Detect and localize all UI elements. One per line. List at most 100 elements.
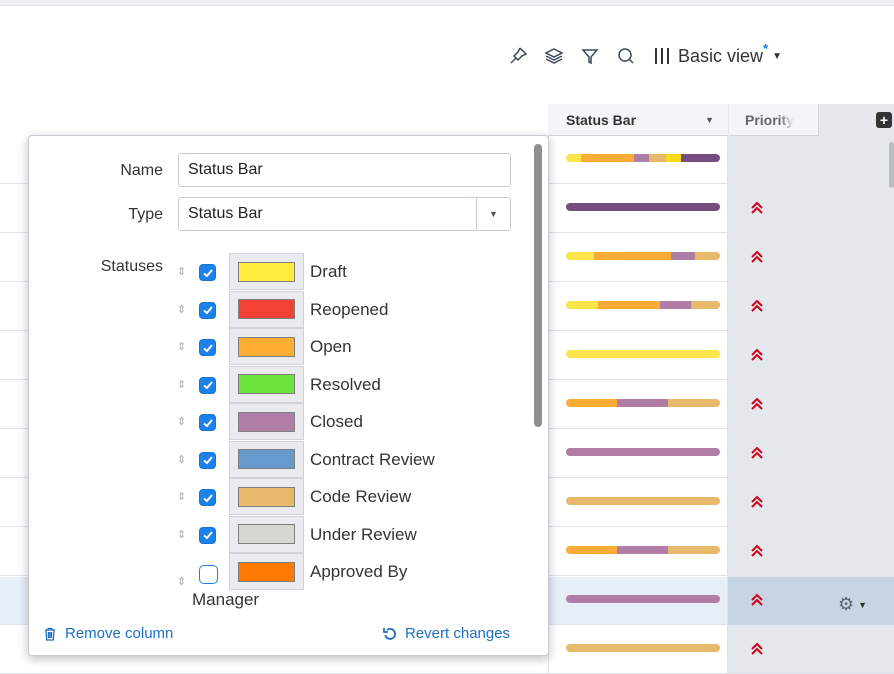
status-bar bbox=[566, 301, 720, 309]
priority-highest-icon bbox=[751, 495, 763, 508]
pin-icon[interactable] bbox=[500, 38, 536, 74]
status-bar-segment bbox=[695, 252, 720, 260]
gear-icon: ⚙ bbox=[838, 594, 855, 614]
type-select-value: Status Bar bbox=[188, 205, 263, 222]
status-bar-segment bbox=[566, 154, 582, 162]
status-checkbox[interactable] bbox=[199, 301, 216, 319]
status-checkbox[interactable] bbox=[199, 414, 216, 431]
drag-handle-icon[interactable]: ⇕ bbox=[177, 378, 186, 391]
status-bar-segment bbox=[616, 546, 668, 554]
priority-highest-icon bbox=[751, 642, 763, 655]
table-scrollbar[interactable] bbox=[889, 142, 894, 188]
column-header-status-bar[interactable]: Status Bar ▼ bbox=[548, 104, 728, 136]
status-name: Open bbox=[310, 337, 352, 356]
status-bar bbox=[566, 644, 720, 652]
status-checkbox[interactable] bbox=[199, 489, 216, 506]
status-checkbox[interactable] bbox=[199, 264, 216, 281]
status-name: Code Review bbox=[310, 487, 412, 506]
status-bar bbox=[566, 350, 720, 358]
status-bar-segment bbox=[566, 448, 720, 456]
search-icon[interactable] bbox=[608, 38, 644, 74]
layers-icon[interactable] bbox=[536, 38, 572, 74]
color-swatch bbox=[238, 261, 295, 282]
status-name: Reopened bbox=[310, 299, 389, 319]
column-header-priority[interactable]: Priority bbox=[729, 104, 819, 136]
color-picker[interactable] bbox=[229, 440, 304, 478]
status-bar-segment bbox=[681, 154, 720, 162]
status-bar bbox=[566, 252, 720, 260]
priority-highest-icon bbox=[751, 593, 763, 606]
status-checkbox[interactable] bbox=[199, 376, 216, 394]
status-bar-segment bbox=[566, 644, 720, 652]
color-swatch bbox=[238, 486, 295, 507]
revert-changes-link[interactable]: Revert changes bbox=[383, 625, 510, 642]
drag-handle-icon[interactable]: ⇕ bbox=[177, 528, 186, 541]
column-header-label: Priority bbox=[745, 111, 795, 128]
color-swatch bbox=[238, 561, 295, 582]
basic-view-button[interactable]: Basic view * ▼ bbox=[654, 41, 782, 67]
color-picker[interactable] bbox=[229, 403, 304, 440]
status-bar bbox=[566, 595, 720, 603]
priority-highest-icon bbox=[751, 299, 763, 312]
name-field[interactable]: Status Bar bbox=[178, 153, 511, 187]
status-bar-segment bbox=[670, 252, 696, 260]
color-swatch bbox=[238, 299, 295, 319]
color-picker[interactable] bbox=[229, 290, 304, 328]
color-picker[interactable] bbox=[229, 328, 304, 365]
filter-icon[interactable] bbox=[572, 38, 608, 74]
revert-icon bbox=[383, 627, 396, 640]
columns-icon bbox=[654, 47, 670, 65]
priority-highest-icon bbox=[751, 544, 763, 557]
row-actions-button[interactable]: ⚙ ▼ bbox=[838, 594, 867, 615]
status-bar-segment bbox=[566, 203, 720, 211]
status-checkbox[interactable] bbox=[199, 526, 216, 544]
add-column-icon[interactable]: + bbox=[876, 112, 892, 128]
color-picker[interactable] bbox=[229, 253, 304, 290]
drag-handle-icon[interactable]: ⇕ bbox=[177, 453, 186, 466]
status-bar-segment bbox=[667, 399, 720, 407]
view-label: Basic view bbox=[678, 45, 764, 66]
statuses-label: Statuses bbox=[100, 258, 163, 275]
status-checkbox[interactable] bbox=[199, 565, 218, 584]
drag-handle-icon[interactable]: ⇕ bbox=[177, 340, 186, 353]
status-bar-segment bbox=[649, 154, 667, 162]
color-swatch bbox=[238, 411, 295, 432]
status-name: Under Review bbox=[310, 524, 417, 544]
status-bar-segment bbox=[566, 595, 720, 603]
color-swatch bbox=[238, 374, 295, 394]
status-bar-segment bbox=[690, 301, 720, 309]
drag-handle-icon[interactable]: ⇕ bbox=[177, 415, 186, 428]
color-picker[interactable] bbox=[229, 478, 304, 515]
chevron-down-icon[interactable]: ▼ bbox=[705, 115, 714, 125]
priority-highest-icon bbox=[751, 446, 763, 459]
type-select[interactable]: Status Bar ▼ bbox=[178, 197, 511, 231]
status-name: Closed bbox=[310, 412, 363, 431]
drag-handle-icon[interactable]: ⇕ bbox=[177, 303, 186, 316]
status-bar-segment bbox=[566, 301, 599, 309]
drag-handle-icon[interactable]: ⇕ bbox=[177, 490, 186, 503]
priority-highest-icon bbox=[751, 201, 763, 214]
chevron-down-icon[interactable]: ▼ bbox=[476, 198, 510, 230]
status-bar-segment bbox=[616, 399, 668, 407]
priority-highest-icon bbox=[751, 348, 763, 361]
top-border bbox=[0, 0, 894, 6]
view-modified-marker: * bbox=[763, 40, 769, 56]
status-bar bbox=[566, 546, 720, 554]
status-checkbox[interactable] bbox=[199, 339, 216, 356]
color-picker[interactable] bbox=[229, 515, 304, 553]
drag-handle-icon[interactable]: ⇕ bbox=[177, 575, 186, 588]
status-bar-segment bbox=[566, 399, 617, 407]
status-bar-segment bbox=[667, 546, 720, 554]
view-toolbar: Basic view * ▼ bbox=[500, 36, 782, 76]
chevron-down-icon: ▼ bbox=[858, 599, 868, 610]
drag-handle-icon[interactable]: ⇕ bbox=[177, 265, 186, 278]
status-name: Resolved bbox=[310, 374, 381, 394]
status-checkbox[interactable] bbox=[199, 451, 216, 469]
trash-icon bbox=[45, 627, 55, 641]
color-picker[interactable] bbox=[229, 553, 304, 590]
revert-changes-label: Revert changes bbox=[405, 625, 511, 642]
color-picker[interactable] bbox=[229, 365, 304, 403]
remove-column-link[interactable]: Remove column bbox=[43, 625, 173, 642]
priority-highest-icon bbox=[751, 397, 763, 410]
popup-scrollbar[interactable] bbox=[534, 144, 542, 427]
